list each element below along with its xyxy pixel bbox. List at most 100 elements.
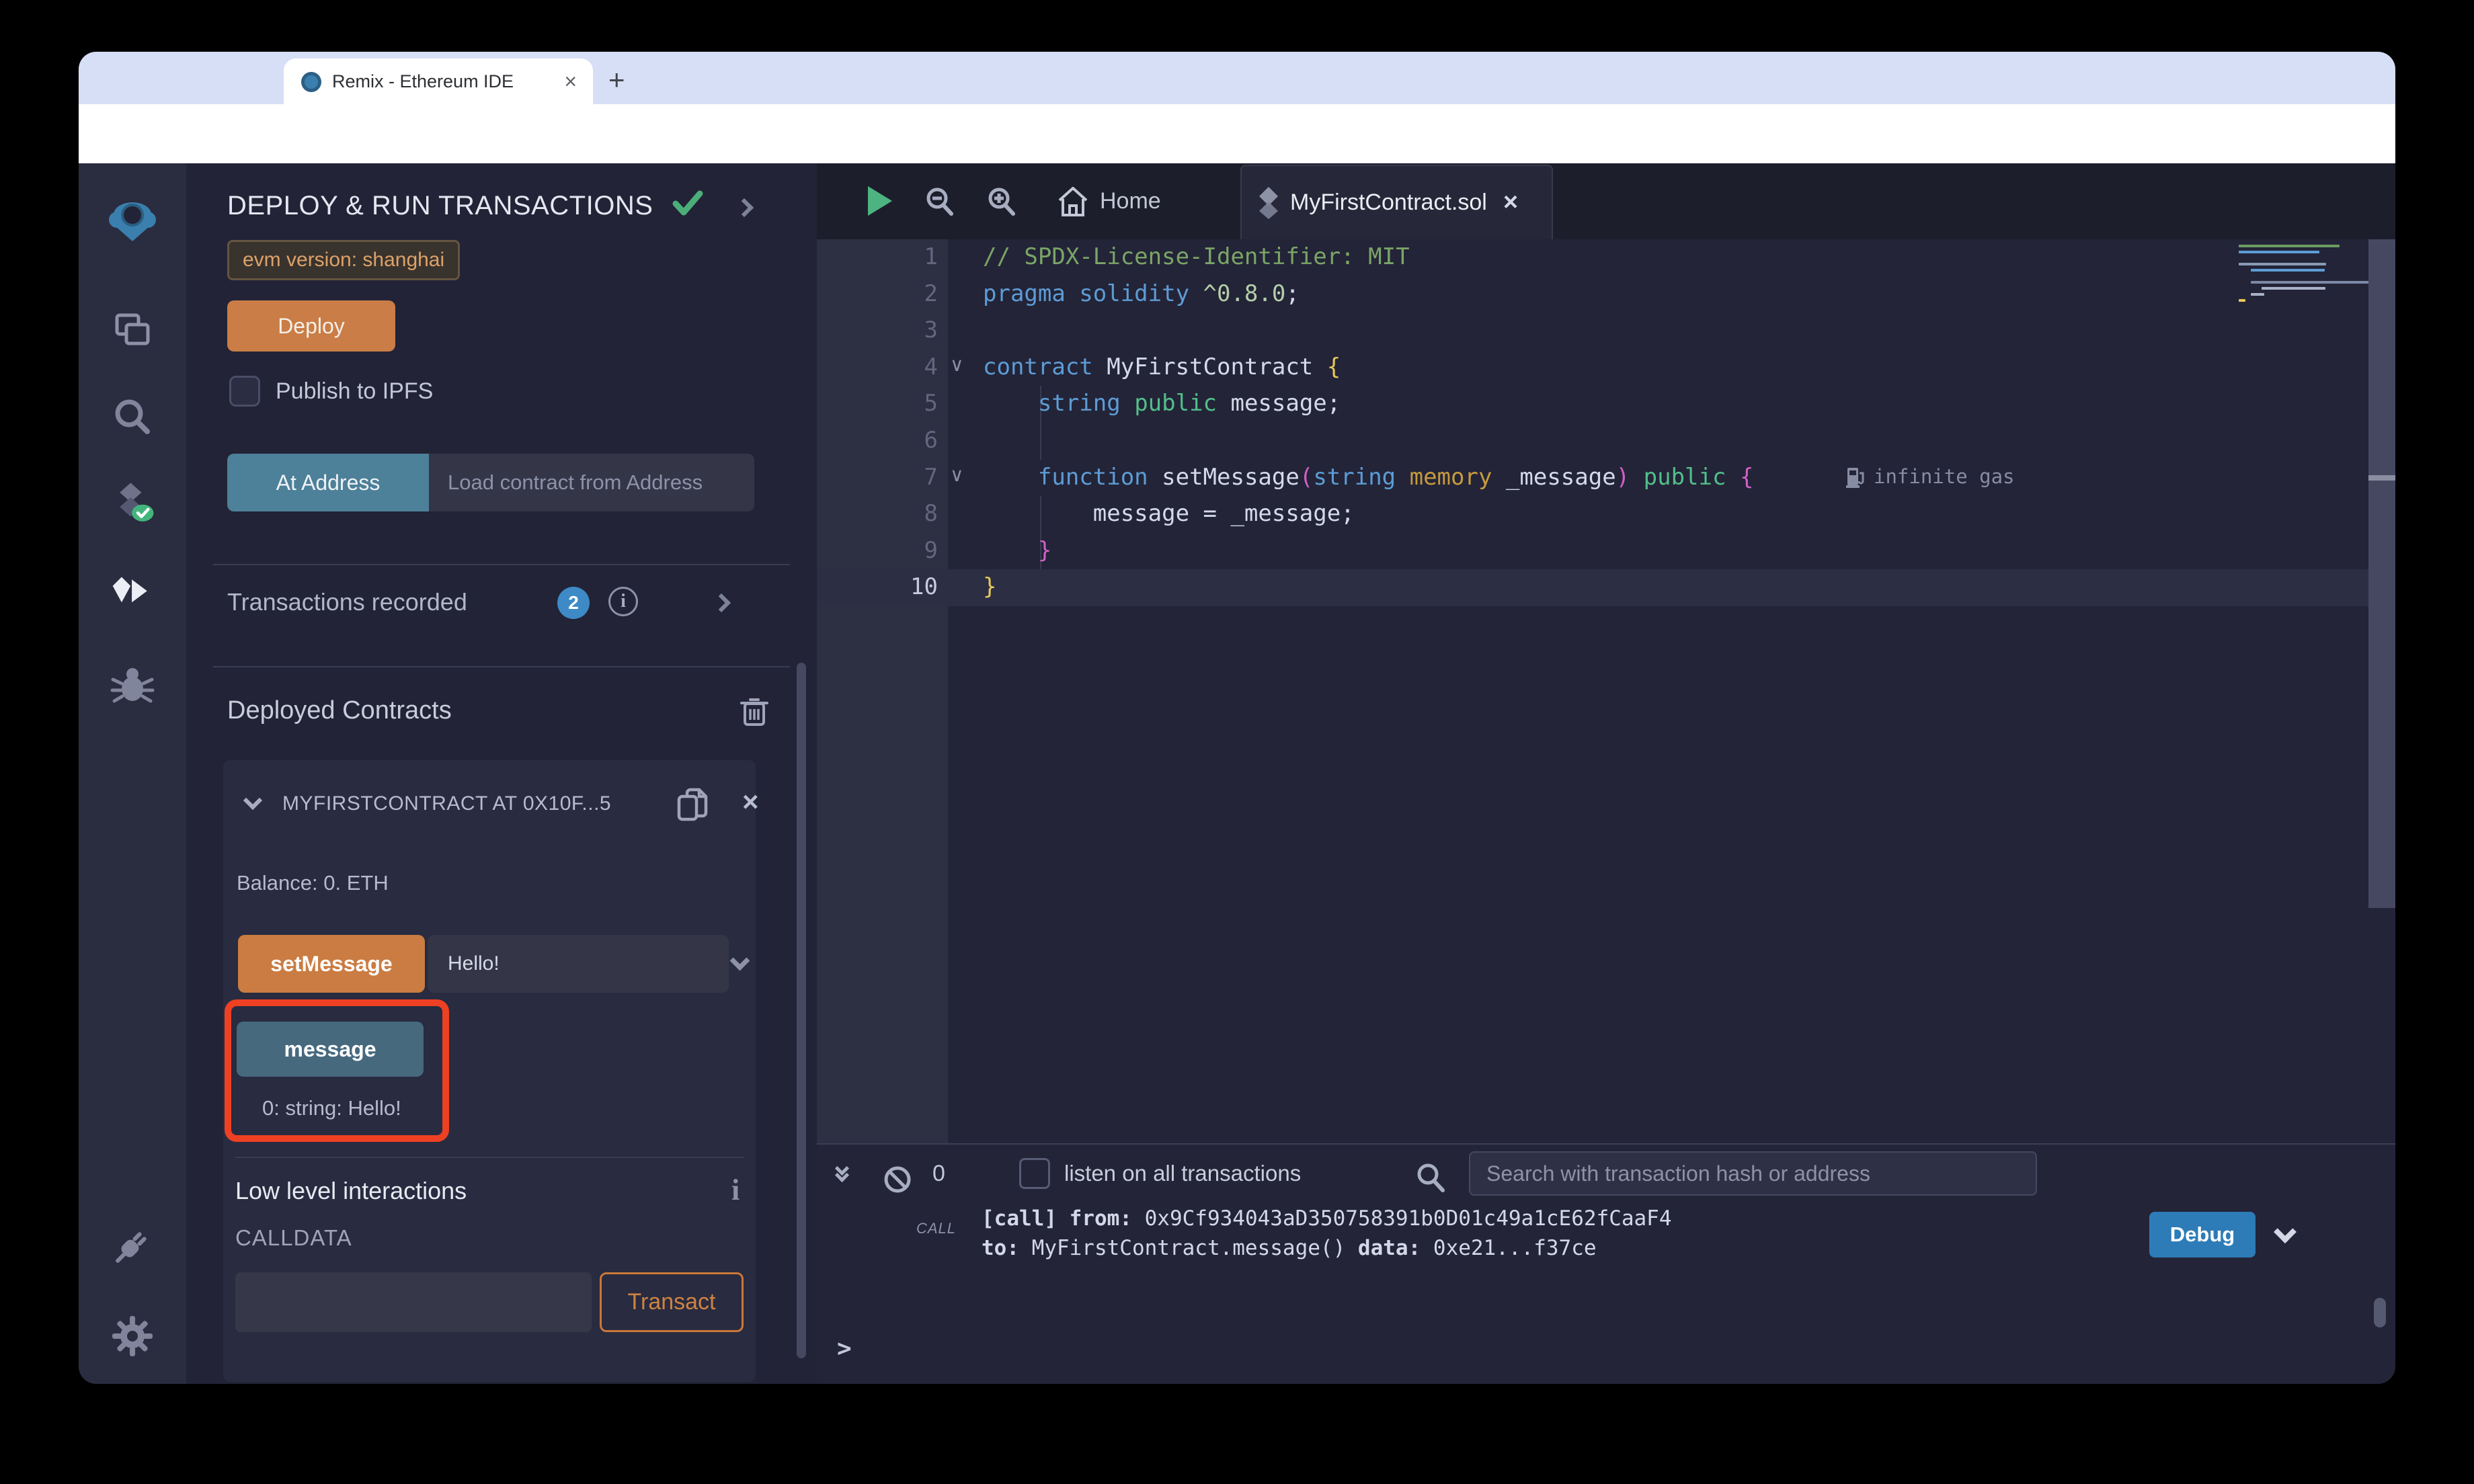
zoom-out-icon[interactable] [923,185,957,218]
solidity-file-icon [1256,186,1281,220]
file-explorer-icon[interactable] [109,306,156,353]
terminal-log[interactable]: [call] from: 0x9Cf934043aD350758391b0D01… [982,1204,1672,1263]
code-line: 10} [817,569,2395,606]
at-address-button[interactable]: At Address [227,454,429,511]
terminal-collapse-icon[interactable] [837,1163,847,1190]
at-address-input[interactable]: Load contract from Address [429,454,754,511]
set-message-input[interactable]: Hello! [428,935,729,993]
tab-home[interactable]: Home [1055,163,1161,239]
copy-icon[interactable] [675,786,710,823]
calldata-label: CALLDATA [235,1225,352,1251]
terminal-search-input[interactable]: Search with transaction hash or address [1469,1151,2037,1196]
code-line: 7∨ function setMessage(string memory _me… [817,460,2395,497]
debugger-icon[interactable] [109,661,156,708]
low-level-label: Low level interactions [235,1177,467,1205]
code-line: 3 [817,313,2395,349]
search-icon[interactable] [109,395,156,442]
run-script-icon[interactable] [864,183,895,218]
contract-collapse-icon[interactable] [243,791,262,810]
terminal-scrollbar[interactable] [2374,1298,2386,1327]
browser-tab[interactable]: Remix - Ethereum IDE × [284,58,593,104]
remix-favicon [301,72,321,92]
code-line: 8 message = _message; [817,496,2395,533]
contract-close-icon[interactable]: × [742,786,759,818]
terminal: 0 listen on all transactions Search with… [817,1143,2395,1384]
icon-rail [79,163,186,1384]
fold-icon[interactable]: ∨ [950,354,964,376]
call-tag: CALL [916,1220,956,1237]
log-line: [call] from: 0x9Cf934043aD350758391b0D01… [982,1204,1672,1233]
set-message-expand-icon[interactable] [730,951,750,971]
tab-file-label: MyFirstContract.sol [1290,190,1487,216]
gas-estimate: infinite gas [1845,465,2015,488]
trash-icon[interactable] [739,694,770,728]
contract-instance-label[interactable]: MYFIRSTCONTRACT AT 0X10F...5 [282,792,659,815]
remix-app: DEPLOY & RUN TRANSACTIONS evm version: s… [79,163,2395,1384]
publish-ipfs-label[interactable]: Publish to IPFS [276,378,433,405]
plugin-manager-icon[interactable] [109,1223,156,1270]
low-level-info-icon[interactable]: i [731,1173,740,1207]
debug-button[interactable]: Debug [2149,1212,2256,1258]
calldata-input[interactable] [235,1272,592,1332]
listen-label[interactable]: listen on all transactions [1064,1161,1301,1186]
code-line: 4∨contract MyFirstContract { [817,349,2395,386]
card-divider [235,1157,744,1158]
message-output: 0: string: Hello! [262,1096,401,1120]
message-button[interactable]: message [237,1022,424,1077]
panel-title: DEPLOY & RUN TRANSACTIONS [227,190,751,221]
pending-tx-count: 0 [932,1161,945,1187]
fold-icon[interactable]: ∨ [950,464,964,486]
balance-label: Balance: 0. ETH [237,871,389,895]
panel-scrollbar[interactable] [797,663,806,1358]
tx-expand-icon[interactable] [712,593,731,612]
zoom-in-icon[interactable] [985,185,1019,218]
check-icon [672,190,704,217]
log-line: to: MyFirstContract.message() data: 0xe2… [982,1233,1672,1263]
browser-window: Remix - Ethereum IDE × + remix.ethereum.… [79,52,2395,1384]
editor-scrollbar[interactable] [2368,239,2395,908]
tab-close-icon[interactable]: × [564,69,577,94]
remix-logo-icon[interactable] [109,198,156,245]
panel-divider [213,564,790,565]
tx-info-icon[interactable]: i [608,587,638,616]
deploy-run-panel: DEPLOY & RUN TRANSACTIONS evm version: s… [186,163,817,1384]
tab-file-active[interactable]: MyFirstContract.sol × [1240,165,1553,239]
deployed-contracts-label: Deployed Contracts [227,696,452,725]
code-line: 2pragma solidity ^0.8.0; [817,276,2395,313]
clear-console-icon[interactable] [881,1163,914,1196]
settings-gear-icon[interactable] [109,1313,156,1360]
browser-toolbar: remix.ethereum.org/#lang=en&optimize=fal… [79,104,2395,163]
panel-next-icon[interactable] [734,198,753,217]
home-icon [1055,184,1090,219]
listen-checkbox[interactable] [1019,1158,1050,1189]
tab-file-close-icon[interactable]: × [1503,188,1518,217]
editor-minimap[interactable] [2239,245,2366,305]
terminal-search-icon [1414,1161,1447,1194]
browser-tabstrip: Remix - Ethereum IDE × + [79,52,2395,104]
panel-title-text: DEPLOY & RUN TRANSACTIONS [227,191,653,220]
tx-count-badge: 2 [557,587,590,619]
code-line: 9 } [817,533,2395,570]
gas-estimate-label: infinite gas [1874,465,2015,488]
code-line: 1// SPDX-License-Identifier: MIT [817,239,2395,276]
deployed-contract-card: MYFIRSTCONTRACT AT 0X10F...5 × Balance: … [223,760,756,1382]
terminal-prompt[interactable]: > [837,1335,852,1362]
new-tab-button[interactable]: + [608,68,625,92]
deploy-button[interactable]: Deploy [227,300,395,352]
set-message-button[interactable]: setMessage [238,935,425,993]
evm-version-badge: evm version: shanghai [227,240,460,280]
tab-title: Remix - Ethereum IDE [332,71,514,92]
tab-home-label: Home [1100,188,1161,214]
log-expand-icon[interactable] [2274,1221,2297,1243]
editor-column: Home MyFirstContract.sol × 1// SPDX-Lice… [817,163,2395,1384]
transact-button[interactable]: Transact [600,1272,744,1332]
editor-tabbar: Home MyFirstContract.sol × [817,163,2395,239]
publish-ipfs-checkbox[interactable] [229,376,260,407]
tx-recorded-label: Transactions recorded [227,588,467,616]
panel-divider [213,666,790,667]
solidity-compiler-icon[interactable] [109,479,156,526]
code-lines: 1// SPDX-License-Identifier: MIT2pragma … [817,239,2395,606]
code-editor[interactable]: 1// SPDX-License-Identifier: MIT2pragma … [817,239,2395,1143]
deploy-run-icon[interactable] [109,571,156,618]
code-line: 5 string public message; [817,386,2395,423]
